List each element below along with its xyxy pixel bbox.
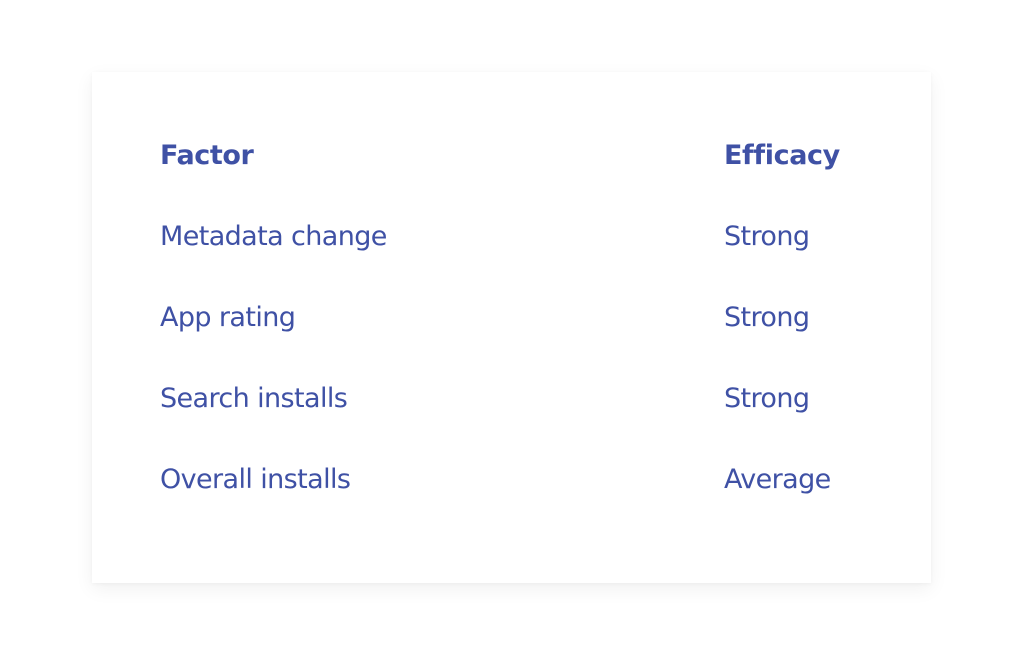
factor-cell: Metadata change: [160, 221, 387, 252]
factor-cell: Overall installs: [160, 464, 351, 495]
table-row: App rating Strong: [92, 302, 931, 342]
table-header-row: Factor Efficacy: [92, 140, 931, 180]
efficacy-column-header: Efficacy: [724, 140, 840, 171]
table-row: Search installs Strong: [92, 383, 931, 423]
factor-cell: Search installs: [160, 383, 348, 414]
table-row: Metadata change Strong: [92, 221, 931, 261]
factor-cell: App rating: [160, 302, 296, 333]
efficacy-cell: Average: [724, 464, 831, 495]
efficacy-cell: Strong: [724, 302, 810, 333]
efficacy-cell: Strong: [724, 221, 810, 252]
table-row: Overall installs Average: [92, 464, 931, 504]
factor-efficacy-card: Factor Efficacy Metadata change Strong A…: [92, 72, 931, 583]
factor-column-header: Factor: [160, 140, 254, 171]
efficacy-cell: Strong: [724, 383, 810, 414]
